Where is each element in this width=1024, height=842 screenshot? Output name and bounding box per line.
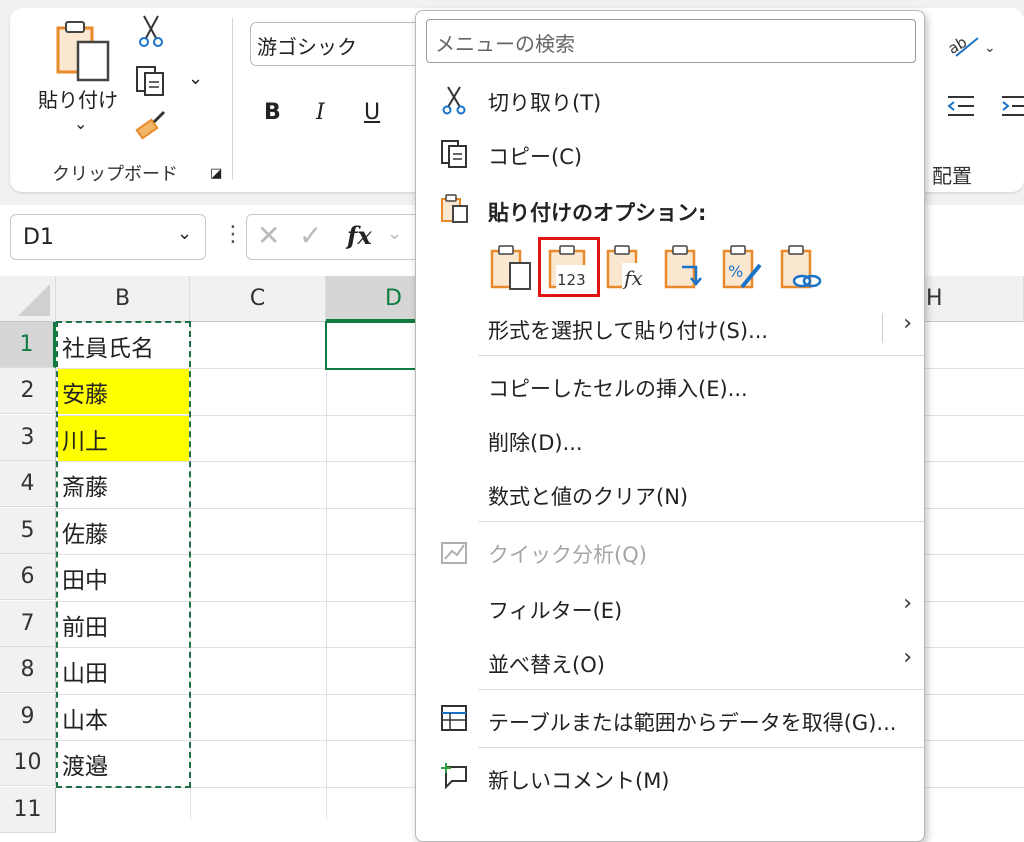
chevron-right-icon[interactable]: › [903,645,912,670]
group-divider [232,18,233,180]
orientation-button[interactable]: ab ⌄ [945,30,996,64]
copy-button[interactable] [134,64,168,102]
paste-option-formulas[interactable]: fx [604,243,652,293]
paste-option-link[interactable] [778,243,826,293]
cut-button[interactable] [136,14,166,52]
row-header-7[interactable]: 7 [0,601,56,647]
new-comment-icon [441,763,467,790]
menu-item-filter[interactable]: フィルター(E) [488,595,622,625]
menu-item-paste-special[interactable]: 形式を選択して貼り付け(S)... [488,315,768,345]
copy-icon [136,66,164,96]
menu-separator [478,355,924,356]
paste-link-icon [780,245,822,289]
paste-dropdown-chevron-icon[interactable]: ⌄ [74,114,87,133]
table-range-icon [441,705,467,731]
paste-options-heading: 貼り付けのオプション: [488,201,707,225]
paste-transpose-icon [664,245,702,289]
copy-marquee [56,321,191,788]
format-painter-button[interactable] [134,110,168,148]
bold-button[interactable]: B [264,100,281,125]
increase-indent-icon [1002,96,1024,116]
paste-option-transpose[interactable] [662,243,710,293]
dialog-launcher-icon[interactable]: ◪ [210,166,222,181]
menu-separator [478,521,924,522]
row-header-6[interactable]: 6 [0,554,56,600]
formula-chevron-icon[interactable]: ⌄ [387,223,402,244]
svg-text:%: % [728,262,743,281]
decrease-indent-icon [947,96,974,116]
italic-button[interactable]: I [316,100,325,125]
menu-item-copy[interactable]: コピー(C) [488,141,582,171]
menu-item-new-comment[interactable]: 新しいコメント(M) [488,765,670,795]
menu-search-input[interactable]: メニューの検索 [426,19,916,63]
paste-values-highlight-box [538,237,600,297]
column-header-b[interactable]: B [56,276,190,322]
paste-icon [56,21,110,82]
name-box-chevron-icon[interactable]: ⌄ [177,223,192,244]
paste-options-icon [441,194,468,223]
formula-bar-grip-icon[interactable]: ⋮ [222,222,244,247]
column-header-c[interactable]: C [190,276,326,322]
copy-dropdown-chevron-icon[interactable]: ⌄ [188,68,203,89]
scissors-icon [442,86,466,115]
paste-formatting-icon: % [722,245,762,289]
increase-indent-button[interactable] [1000,94,1024,122]
copy-icon [441,140,467,168]
menu-item-insert-copied[interactable]: コピーしたセルの挿入(E)... [488,373,748,403]
select-all-triangle-icon [18,284,50,316]
active-cell-d1[interactable] [325,321,425,370]
row-header-8[interactable]: 8 [0,647,56,693]
menu-item-delete[interactable]: 削除(D)... [488,427,583,457]
menu-item-get-data[interactable]: テーブルまたは範囲からデータを取得(G)... [488,707,896,737]
row-header-4[interactable]: 4 [0,461,56,507]
name-box[interactable]: D1 ⌄ [10,214,206,260]
paste-option-paste[interactable] [488,243,536,293]
paste-icon [490,245,531,290]
insert-function-icon[interactable]: fx [347,221,372,250]
menu-separator [478,689,924,690]
clipboard-group-label: クリップボード [52,164,178,185]
row-header-5[interactable]: 5 [0,508,56,554]
context-menu: メニューの検索 切り取り(T) コピー(C) 貼り付けのオプション: 123 f… [415,10,925,842]
alignment-group-label: 配置 [932,164,972,188]
quick-analysis-icon [441,542,467,564]
scissors-icon [139,15,163,47]
menu-item-cut[interactable]: 切り取り(T) [488,87,601,117]
text-orientation-icon: ab ⌄ [945,33,996,58]
menu-item-quick-analysis: クイック分析(Q) [488,543,647,567]
paste-formulas-icon: fx [606,245,646,290]
cancel-icon[interactable]: ✕ [257,219,280,252]
formula-controls: ✕ ✓ fx ⌄ [246,214,426,260]
paste-button[interactable] [52,16,118,86]
select-all-corner[interactable] [0,276,56,322]
row-header-2[interactable]: 2 [0,368,56,414]
decrease-indent-button[interactable] [946,94,976,122]
row-header-9[interactable]: 9 [0,694,56,740]
paste-label: 貼り付け [38,88,118,112]
row-header-11[interactable]: 11 [0,787,56,833]
menu-item-sort[interactable]: 並べ替え(O) [488,649,605,679]
svg-text:⌄: ⌄ [984,40,996,56]
menu-separator [478,747,924,748]
format-painter-icon [135,110,166,140]
menu-item-clear[interactable]: 数式と値のクリア(N) [488,481,688,511]
name-box-value: D1 [23,225,54,250]
row-header-1[interactable]: 1 [0,322,56,368]
column-header-h[interactable]: H [924,276,1024,322]
chevron-right-icon[interactable]: › [903,311,912,336]
svg-text:fx: fx [622,266,643,290]
row-header-10[interactable]: 10 [0,740,56,786]
chevron-right-icon[interactable]: › [903,591,912,616]
submenu-divider [882,313,883,343]
row-header-3[interactable]: 3 [0,415,56,461]
underline-button[interactable]: U [364,100,380,125]
paste-option-formatting[interactable]: % [720,243,768,293]
enter-icon[interactable]: ✓ [299,219,322,252]
grid-line [326,322,327,819]
